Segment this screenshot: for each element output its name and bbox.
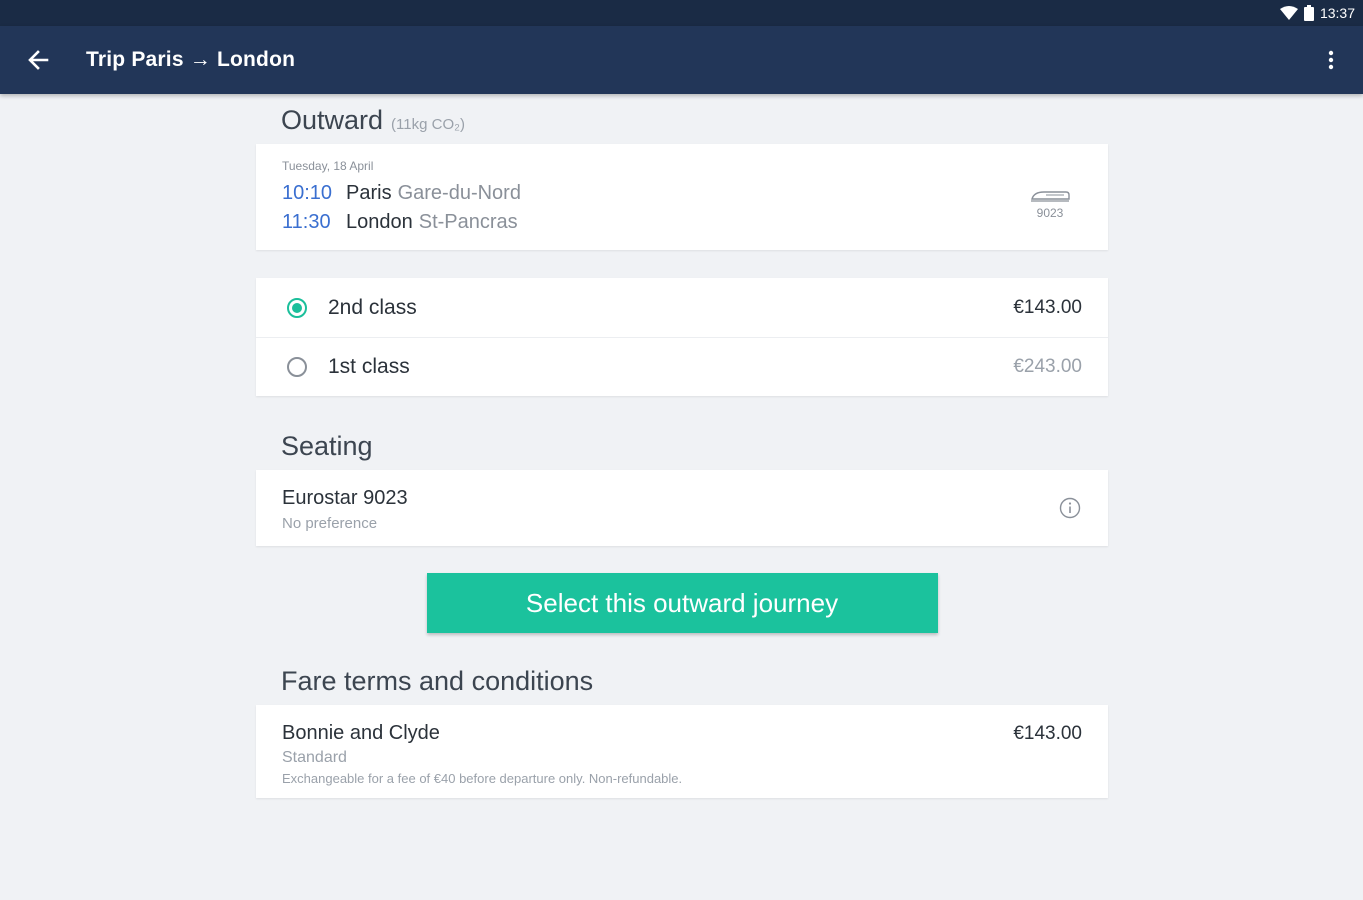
more-vert-icon: [1328, 50, 1334, 75]
train-number: 9023: [1036, 206, 1064, 220]
arrow-left-icon: [27, 49, 49, 75]
departure-station: Gare-du-Nord: [397, 182, 521, 204]
fare-card[interactable]: Bonnie and Clyde Standard Exchangeable f…: [256, 705, 1108, 798]
status-time: 13:37: [1319, 5, 1355, 21]
seating-train: Eurostar 9023: [282, 487, 408, 509]
class-options: 2nd class €143.00 1st class €243.00: [256, 278, 1108, 396]
fare-price: €143.00: [1013, 723, 1082, 744]
info-icon[interactable]: [1059, 497, 1081, 519]
class-option-2nd[interactable]: 2nd class €143.00: [256, 278, 1108, 337]
arrival-time: 11:30: [282, 211, 331, 233]
radio-selected-icon[interactable]: [287, 297, 307, 318]
class-price: €143.00: [1013, 296, 1082, 318]
battery-icon: [1303, 5, 1314, 21]
seating-heading: Seating: [281, 431, 373, 461]
arrival-station: St-Pancras: [418, 211, 518, 233]
arrival-city: London: [346, 211, 413, 233]
departure-city: Paris: [346, 182, 392, 204]
outward-title: Outward: [281, 105, 384, 135]
wifi-icon: [1279, 6, 1298, 20]
class-option-1st[interactable]: 1st class €243.00: [256, 337, 1108, 396]
train-badge: 9023: [1020, 189, 1080, 220]
arrival-row: 11:30 London St-Pancras: [282, 211, 518, 234]
co2-note: (11kg CO₂): [391, 116, 465, 133]
app-bar: Trip Paris → London: [0, 26, 1363, 94]
overflow-menu-button[interactable]: [1319, 48, 1343, 76]
fare-description: Exchangeable for a fee of €40 before dep…: [282, 771, 683, 786]
select-outward-journey-button[interactable]: Select this outward journey: [426, 573, 938, 633]
departure-row: 10:10 Paris Gare-du-Nord: [282, 182, 521, 205]
fare-terms-heading: Fare terms and conditions: [281, 666, 594, 696]
outward-heading: Outward (11kg CO₂): [281, 94, 1108, 144]
back-button[interactable]: [24, 48, 52, 76]
journey-date: Tuesday, 18 April: [282, 159, 374, 173]
class-label: 1st class: [328, 355, 410, 378]
seating-preference: No preference: [282, 515, 378, 532]
class-price: €243.00: [1013, 356, 1082, 377]
fare-type: Standard: [282, 749, 347, 766]
fare-name: Bonnie and Clyde: [282, 722, 440, 744]
class-label: 2nd class: [328, 295, 417, 319]
departure-time: 10:10: [282, 182, 333, 204]
seating-card[interactable]: Eurostar 9023 No preference: [256, 470, 1108, 546]
page-title: Trip Paris → London: [86, 48, 296, 71]
train-icon: [1030, 191, 1070, 206]
journey-card[interactable]: Tuesday, 18 April 10:10 Paris Gare-du-No…: [256, 144, 1108, 250]
radio-unselected-icon[interactable]: [287, 357, 307, 377]
trip-details: Outward (11kg CO₂) Tuesday, 18 April 10:…: [256, 94, 1108, 798]
status-bar: 13:37: [0, 0, 1363, 26]
